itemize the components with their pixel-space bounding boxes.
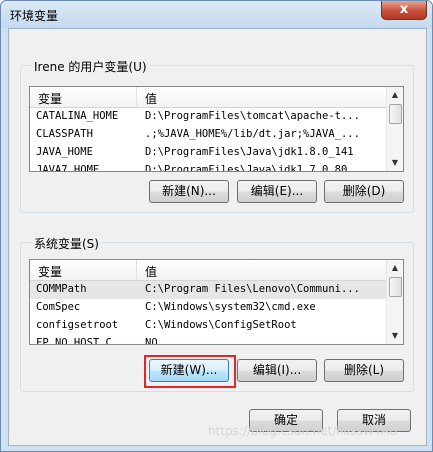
variable-value: C:\Program Files\Lenovo\Communi... [145, 283, 360, 295]
list-header: 变量 值 [30, 87, 386, 108]
system-edit-button[interactable]: 编辑(I)... [237, 359, 317, 382]
column-header-value[interactable]: 值 [145, 263, 157, 280]
variable-name: CLASSPATH [36, 128, 93, 140]
table-row[interactable]: configsetroot C:\Windows\ConfigSetRoot [30, 317, 386, 335]
variable-name: CATALINA_HOME [36, 110, 119, 122]
variable-value: C:\Windows\system32\cmd.exe [145, 301, 316, 313]
variable-value: .;%JAVA_HOME%/lib/dt.jar;%JAVA_... [145, 128, 360, 140]
close-button[interactable]: x [381, 1, 427, 20]
table-row[interactable]: ComSpec C:\Windows\system32\cmd.exe [30, 299, 386, 317]
user-edit-button[interactable]: 编辑(E)... [237, 180, 317, 203]
system-variables-list[interactable]: 变量 值 COMMPath C:\Program Files\Lenovo\Co… [29, 259, 404, 345]
variable-value: C:\Windows\ConfigSetRoot [145, 319, 297, 331]
variable-value: D:\ProgramFiles\Java\jdk1.8.0_141 [145, 146, 354, 158]
column-header-value[interactable]: 值 [145, 90, 157, 107]
table-row[interactable]: CATALINA_HOME D:\ProgramFiles\tomcat\apa… [30, 108, 386, 126]
dialog-title: 环境变量 [10, 9, 59, 23]
scroll-down-arrow-icon[interactable]: ▼ [387, 155, 403, 171]
system-delete-button[interactable]: 删除(L) [324, 359, 404, 382]
variable-name: configsetroot [36, 319, 119, 331]
table-row[interactable]: JAVA_HOME D:\ProgramFiles\Java\jdk1.8.0_… [30, 144, 386, 162]
scroll-down-arrow-icon[interactable]: ▼ [387, 328, 403, 344]
system-variables-label: 系统变量(S) [31, 235, 102, 252]
user-new-button[interactable]: 新建(N)... [149, 180, 229, 203]
scroll-up-arrow-icon[interactable]: ▲ [387, 87, 403, 103]
list-header: 变量 值 [30, 260, 386, 281]
table-row[interactable]: JAVA7_HOME D:\ProgramFiles\Java\jdk1.7.0… [30, 162, 386, 172]
variable-value: NO [145, 337, 158, 345]
dialog-body: Irene 的用户变量(U) 变量 值 CATALINA_HOME D:\Pro… [8, 28, 427, 446]
system-new-button[interactable]: 新建(W)... [149, 359, 229, 382]
user-variables-group: Irene 的用户变量(U) 变量 值 CATALINA_HOME D:\Pro… [20, 58, 414, 213]
column-header-name[interactable]: 变量 [38, 90, 62, 107]
table-row[interactable]: FP_NO_HOST_C... NO [30, 335, 386, 345]
table-row[interactable]: COMMPath C:\Program Files\Lenovo\Communi… [30, 281, 386, 299]
title-bar[interactable]: 环境变量 x [1, 1, 432, 28]
watermark: https://blog.csdn.net/MissWYAU [208, 424, 398, 438]
variable-name: JAVA7_HOME [36, 164, 100, 172]
variable-name: ComSpec [36, 301, 81, 313]
variable-value: D:\ProgramFiles\Java\jdk1.7.0_80 [145, 164, 348, 172]
user-variables-label: Irene 的用户变量(U) [31, 58, 150, 75]
column-header-name[interactable]: 变量 [38, 263, 62, 280]
user-variables-list[interactable]: 变量 值 CATALINA_HOME D:\ProgramFiles\tomca… [29, 86, 404, 172]
environment-variables-dialog: 环境变量 x Irene 的用户变量(U) 变量 值 CATALINA_HOME… [0, 0, 433, 452]
user-delete-button[interactable]: 删除(D) [324, 180, 404, 203]
variable-name: COMMPath [36, 283, 87, 295]
variable-value: D:\ProgramFiles\tomcat\apache-t... [145, 110, 360, 122]
scroll-up-arrow-icon[interactable]: ▲ [387, 260, 403, 276]
variable-name: JAVA_HOME [36, 146, 93, 158]
vertical-scrollbar[interactable]: ▲ ▼ [386, 260, 403, 344]
vertical-scrollbar[interactable]: ▲ ▼ [386, 87, 403, 171]
scroll-thumb[interactable] [389, 104, 402, 124]
column-divider[interactable] [136, 87, 137, 107]
table-row[interactable]: CLASSPATH .;%JAVA_HOME%/lib/dt.jar;%JAVA… [30, 126, 386, 144]
system-variables-group: 系统变量(S) 变量 值 COMMPath C:\Program Files\L… [20, 235, 414, 392]
variable-name: FP_NO_HOST_C... [36, 337, 131, 345]
scroll-thumb[interactable] [389, 277, 402, 297]
column-divider[interactable] [136, 260, 137, 280]
